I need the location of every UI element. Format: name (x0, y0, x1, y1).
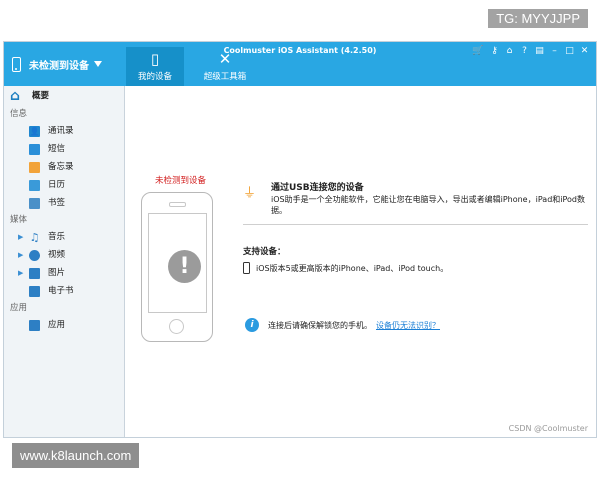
sidebar: ⌂ 概要 信息 👤 通讯录 短信 备忘录 日历 书签 媒体 ▶ ♫ 音乐 ▶ 视… (4, 86, 125, 437)
cart-icon[interactable]: 🛒 (471, 46, 485, 56)
sidebar-item-photos[interactable]: ▶ 图片 (4, 264, 124, 282)
supported-devices-row: iOS版本5或更高版本的iPhone、iPad、iPod touch。 (243, 262, 448, 274)
sidebar-item-label: 应用 (48, 320, 66, 330)
sidebar-category-info: 信息 (10, 109, 28, 119)
home-icon: ⌂ (10, 87, 21, 104)
sidebar-item-messages[interactable]: 短信 (4, 140, 124, 158)
sidebar-item-label: 视频 (48, 250, 66, 260)
supported-devices-title: 支持设备： (243, 247, 286, 257)
sidebar-item-label: 通讯录 (48, 126, 74, 136)
minimize-icon[interactable]: – (549, 46, 560, 56)
title-bar: Coolmuster iOS Assistant (4.2.50) 未检测到设备… (4, 42, 596, 86)
sidebar-item-bookmarks[interactable]: 书签 (4, 194, 124, 212)
divider (243, 224, 588, 225)
phone-icon (12, 56, 21, 72)
app-window: Coolmuster iOS Assistant (4.2.50) 未检测到设备… (3, 41, 597, 438)
calendar-icon (29, 179, 40, 191)
maximize-icon[interactable]: □ (564, 46, 575, 56)
window-controls: 🛒 ⚷ ⌂ ? ▤ – □ ✕ (471, 46, 590, 56)
supported-devices-text: iOS版本5或更高版本的iPhone、iPad、iPod touch。 (256, 263, 449, 273)
tab-my-device[interactable]: ▯ 我的设备 (126, 47, 184, 86)
sidebar-item-label: 图片 (48, 268, 66, 278)
sidebar-item-ebooks[interactable]: 电子书 (4, 282, 124, 300)
help-text: 连接后请确保解锁您的手机。 (268, 320, 372, 330)
toolbox-icon: ✕ (218, 50, 232, 68)
message-icon (29, 143, 40, 155)
bookmark-icon (29, 197, 40, 209)
help-row: i 连接后请确保解锁您的手机。 设备仍无法识别？ (245, 318, 440, 332)
ebook-icon (29, 285, 40, 297)
phone-icon (243, 262, 250, 274)
sidebar-item-calendar[interactable]: 日历 (4, 176, 124, 194)
video-icon (29, 249, 40, 261)
credit-watermark: CSDN @Coolmuster (508, 424, 588, 433)
usb-icon: ⏚ (243, 186, 257, 201)
sidebar-item-overview[interactable]: ⌂ 概要 (4, 86, 124, 106)
site-watermark: www.k8launch.com (12, 443, 140, 468)
sidebar-item-label: 日历 (48, 180, 66, 190)
notes-icon (29, 161, 40, 173)
photo-icon (29, 267, 40, 279)
sidebar-item-label: 音乐 (48, 232, 66, 242)
phone-icon: ▯ (150, 50, 160, 68)
chevron-down-icon (94, 61, 102, 67)
sidebar-category-media: 媒体 (10, 215, 28, 225)
sidebar-item-label: 书签 (48, 198, 66, 208)
alert-icon: ! (168, 250, 201, 283)
sidebar-category-apps: 应用 (10, 303, 28, 313)
usb-title: 通过USB连接您的设备 (271, 183, 364, 193)
sidebar-item-label: 电子书 (48, 286, 74, 296)
sidebar-item-music[interactable]: ▶ ♫ 音乐 (4, 228, 124, 246)
phone-illustration: ! (141, 192, 213, 342)
home-icon[interactable]: ⌂ (504, 46, 515, 56)
main-content: 未检测到设备 ! ⏚ 通过USB连接您的设备 iOS助手是一个全功能软件，它能让… (125, 86, 596, 437)
sidebar-item-video[interactable]: ▶ 视频 (4, 246, 124, 264)
no-device-label: 未检测到设备 (155, 176, 207, 186)
apps-grid-icon (29, 319, 40, 331)
expand-arrow-icon[interactable]: ▶ (18, 264, 27, 282)
tab-label: 我的设备 (137, 72, 172, 82)
tg-watermark: TG: MYYJJPP (488, 9, 588, 28)
key-icon[interactable]: ⚷ (489, 46, 500, 56)
sidebar-item-label: 概要 (32, 91, 50, 101)
expand-arrow-icon[interactable]: ▶ (18, 228, 27, 246)
usb-description: iOS助手是一个全功能软件，它能让您在电脑导入，导出或者编辑iPhone，iPa… (271, 195, 586, 215)
sidebar-item-apps[interactable]: 应用 (4, 316, 124, 334)
sidebar-item-label: 短信 (48, 144, 66, 154)
sidebar-item-contacts[interactable]: 👤 通讯录 (4, 122, 124, 140)
sidebar-item-notes[interactable]: 备忘录 (4, 158, 124, 176)
contacts-icon: 👤 (29, 125, 40, 137)
device-selector-label: 未检测到设备 (29, 60, 89, 72)
close-icon[interactable]: ✕ (579, 46, 590, 56)
device-not-recognized-link[interactable]: 设备仍无法识别？ (376, 320, 440, 331)
tab-toolbox[interactable]: ✕ 超级工具箱 (194, 47, 256, 86)
feedback-icon[interactable]: ▤ (534, 46, 545, 56)
tab-label: 超级工具箱 (203, 72, 247, 82)
device-selector[interactable]: 未检测到设备 (12, 54, 102, 74)
info-icon: i (245, 318, 259, 332)
sidebar-item-label: 备忘录 (48, 162, 74, 172)
music-icon: ♫ (29, 230, 40, 244)
help-icon[interactable]: ? (519, 46, 530, 56)
expand-arrow-icon[interactable]: ▶ (18, 246, 27, 264)
